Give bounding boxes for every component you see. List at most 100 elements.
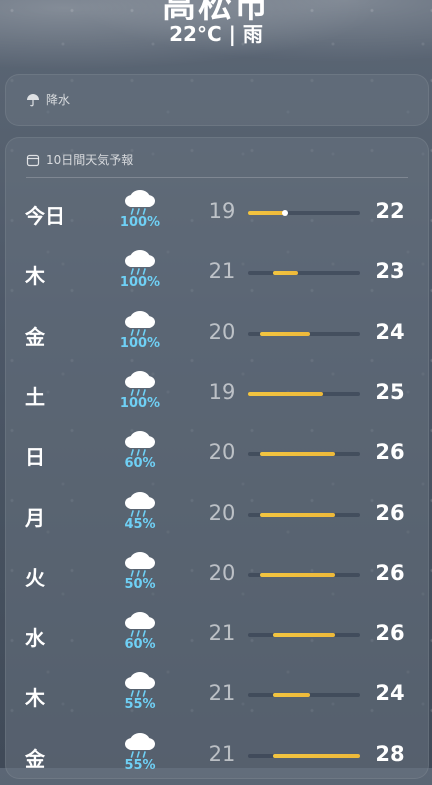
- high-temp: 28: [375, 741, 405, 766]
- weather-icon: [122, 729, 158, 759]
- rain-cloud-icon: [125, 612, 155, 637]
- temp-range-track: [248, 753, 360, 758]
- weather-icon: [122, 548, 158, 578]
- high-temp: 26: [375, 621, 405, 646]
- temp-range-track: [248, 512, 360, 517]
- weather-icon: [122, 668, 158, 698]
- umbrella-icon: [27, 93, 39, 106]
- day-label: 水: [25, 626, 45, 651]
- precipitation-card[interactable]: 降水: [5, 74, 429, 126]
- rain-cloud-icon: [125, 370, 155, 396]
- divider: [26, 177, 408, 178]
- rain-cloud-icon: [125, 310, 155, 336]
- high-temp: 26: [375, 440, 405, 465]
- temp-range-bar: [260, 452, 336, 457]
- low-temp: 21: [208, 681, 236, 706]
- temp-range-bar: [260, 331, 311, 336]
- forecast-row[interactable]: 金 100% 20 24: [0, 303, 432, 363]
- temp-range-track: [248, 331, 360, 336]
- precip-chance: 50%: [124, 576, 156, 592]
- forecast-row[interactable]: 日 60% 20 26: [0, 423, 432, 483]
- high-temp: 22: [375, 199, 405, 223]
- temp-range-track: [248, 210, 360, 216]
- temp-range-bar: [248, 211, 286, 215]
- temp-range-track: [248, 693, 360, 698]
- temp-range-track: [248, 271, 360, 276]
- high-temp: 24: [375, 681, 405, 706]
- weather-icon: [122, 427, 158, 457]
- weather-icon: [122, 367, 158, 397]
- low-temp: 20: [208, 560, 236, 585]
- high-temp: 24: [375, 319, 405, 344]
- rain-cloud-icon: [125, 491, 155, 517]
- forecast-row[interactable]: 今日 100% 19 22: [0, 182, 432, 242]
- temp-range-bar: [248, 391, 323, 396]
- forecast-row[interactable]: 木 100% 21 23: [0, 242, 432, 302]
- forecast-row[interactable]: 土 100% 19 25: [0, 363, 432, 423]
- low-temp: 19: [208, 199, 236, 223]
- temp-range-bar: [272, 693, 311, 698]
- day-label: 日: [25, 445, 45, 470]
- precip-chance: 100%: [119, 275, 161, 291]
- day-label: 月: [25, 505, 45, 530]
- day-label: 金: [25, 746, 45, 771]
- precip-chance: 55%: [124, 697, 156, 713]
- precip-chance: 100%: [119, 335, 161, 351]
- forecast-row[interactable]: 木 55% 21 24: [0, 664, 432, 724]
- weather-icon: [122, 307, 158, 337]
- precip-chance: 55%: [124, 757, 156, 773]
- day-label: 土: [25, 384, 45, 409]
- temp-range-bar: [272, 633, 336, 638]
- low-temp: 21: [208, 259, 236, 284]
- precip-chance: 60%: [124, 456, 156, 472]
- calendar-icon: [26, 154, 40, 166]
- rain-cloud-icon: [125, 431, 155, 456]
- low-temp: 19: [208, 379, 236, 404]
- forecast-row[interactable]: 火 50% 20 26: [0, 544, 432, 604]
- high-temp: 23: [375, 259, 405, 284]
- forecast-header-label: 10日間天気予報: [46, 153, 134, 167]
- precip-chance: 45%: [124, 516, 156, 532]
- current-conditions: 22°C | 雨: [169, 22, 263, 46]
- forecast-row[interactable]: 月 45% 20 26: [0, 484, 432, 544]
- precipitation-header: 降水: [26, 91, 70, 108]
- forecast-row[interactable]: 金 55% 21 28: [0, 725, 432, 785]
- low-temp: 20: [208, 319, 236, 344]
- temp-range-track: [248, 391, 360, 396]
- temp-range-bar: [260, 572, 336, 577]
- low-temp: 21: [208, 741, 236, 766]
- current-temp-dot: [282, 210, 289, 216]
- day-label: 木: [25, 264, 45, 289]
- weather-icon: [122, 186, 158, 216]
- low-temp: 20: [208, 500, 236, 525]
- weather-icon: [122, 246, 158, 276]
- low-temp: 21: [208, 621, 236, 646]
- temp-range-bar: [260, 512, 336, 517]
- day-label: 木: [25, 686, 45, 711]
- temp-range-bar: [272, 753, 360, 758]
- temp-range-track: [248, 633, 360, 638]
- temp-range-track: [248, 452, 360, 457]
- forecast-header: 10日間天気予報: [26, 151, 133, 168]
- high-temp: 25: [375, 379, 405, 404]
- low-temp: 20: [208, 440, 236, 465]
- day-label: 金: [25, 324, 45, 349]
- precip-chance: 60%: [124, 637, 156, 653]
- rain-cloud-icon: [125, 732, 155, 758]
- high-temp: 26: [375, 500, 405, 525]
- precip-chance: 100%: [119, 215, 161, 230]
- weather-icon: [122, 608, 158, 638]
- rain-cloud-icon: [125, 672, 155, 698]
- high-temp: 26: [375, 560, 405, 585]
- rain-cloud-icon: [125, 250, 155, 276]
- precip-chance: 100%: [119, 395, 161, 411]
- temp-range-bar: [272, 271, 298, 276]
- temp-range-track: [248, 572, 360, 577]
- day-label: 今日: [25, 204, 65, 228]
- forecast-row[interactable]: 水 60% 21 26: [0, 604, 432, 664]
- rain-cloud-icon: [125, 551, 155, 577]
- weather-icon: [122, 488, 158, 518]
- rain-cloud-icon: [125, 190, 155, 215]
- day-label: 火: [25, 565, 45, 590]
- precipitation-label: 降水: [46, 93, 71, 107]
